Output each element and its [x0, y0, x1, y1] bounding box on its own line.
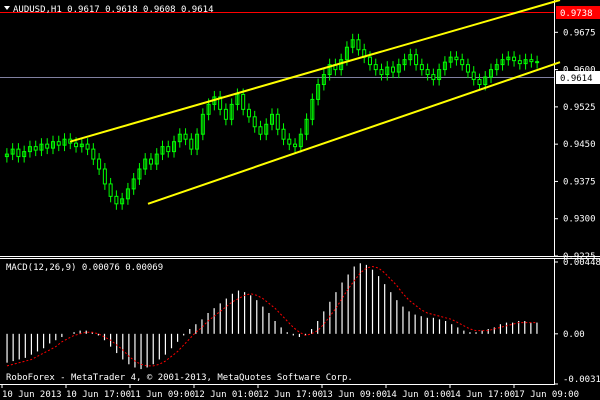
candle-body	[419, 64, 424, 71]
candle-body	[275, 113, 280, 130]
candle-body	[356, 39, 361, 51]
time-tick-label: 13 Jun 09:00	[322, 390, 387, 400]
macd-tick-label: 0.00	[563, 330, 585, 340]
candle-body	[97, 158, 102, 170]
ask-price-tag: 0.9738	[556, 6, 600, 19]
candle-body	[183, 133, 188, 140]
price-chart-pane[interactable]: 0.96750.96000.95250.94500.93750.93000.92…	[0, 0, 600, 262]
candle-body	[85, 143, 90, 150]
candle-body	[293, 143, 298, 148]
macd-tick-label: 0.00448	[563, 258, 600, 268]
macd-histogram	[6, 263, 538, 370]
current-price-tag: 0.9614	[556, 71, 600, 84]
channel-lower-line[interactable]	[147, 61, 561, 205]
price-tick-label: 0.9375	[563, 177, 596, 187]
macd-indicator-pane[interactable]: MACD(12,26,9) 0.00076 0.00069 0.004480.0…	[0, 258, 600, 385]
time-tick-label: 14 Jun 01:00	[386, 390, 451, 400]
candle-body	[102, 168, 107, 185]
macd-signal-line	[6, 265, 537, 367]
candle-body	[148, 158, 153, 165]
candle-body	[258, 126, 263, 135]
price-tick-label: 0.9525	[563, 103, 596, 113]
dropdown-triangle-icon[interactable]	[4, 6, 10, 10]
candle-body	[471, 71, 476, 81]
candle-body	[114, 195, 119, 205]
candle-body	[460, 59, 465, 66]
broker-footer: RoboForex - MetaTrader 4, © 2001-2013, M…	[6, 373, 353, 383]
price-tick-label: 0.9300	[563, 215, 596, 225]
price-axis-tick-labels: 0.96750.96000.95250.94500.93750.93000.92…	[554, 28, 596, 262]
ask-price-label: 0.9738	[560, 9, 593, 19]
candle-body	[512, 56, 517, 62]
candlestick-series	[4, 33, 540, 210]
price-tick-label: 0.9675	[563, 28, 596, 38]
candle-body	[246, 108, 251, 118]
candle-body	[535, 61, 540, 64]
candle-body	[166, 146, 171, 153]
candle-body	[529, 59, 534, 63]
time-tick-label: 14 Jun 17:00	[450, 390, 515, 400]
macd-axis-tick-labels: 0.00448 0.00 -0.00313	[554, 258, 600, 385]
time-tick-label: 10 Jun 2013	[2, 390, 62, 400]
candle-body	[373, 64, 378, 71]
candle-body	[45, 143, 50, 149]
candle-body	[91, 148, 96, 160]
candle-body	[391, 66, 396, 73]
candle-body	[33, 146, 38, 151]
candle-body	[16, 148, 21, 158]
candle-body	[465, 64, 470, 73]
candle-body	[414, 54, 419, 66]
candle-body	[517, 60, 522, 65]
channel-upper-line[interactable]	[69, 0, 561, 143]
candle-body	[189, 138, 194, 150]
time-axis-tick-labels: 10 Jun 2013 10 Jun 17:0011 Jun 09:0012 Ju…	[1, 384, 579, 400]
candle-body	[379, 69, 384, 76]
candle-body	[241, 93, 246, 110]
candle-body	[367, 56, 372, 66]
candle-body	[425, 69, 430, 76]
candle-body	[431, 74, 436, 81]
candle-body	[287, 138, 292, 145]
time-tick-label: 11 Jun 09:00	[130, 390, 195, 400]
candle-body	[56, 141, 61, 146]
current-price-label: 0.9614	[560, 74, 593, 84]
symbol-header-text: AUDUSD,H1 0.9617 0.9618 0.9608 0.9614	[13, 5, 213, 15]
candle-body	[108, 183, 113, 197]
candle-body	[454, 56, 459, 61]
candle-body	[252, 116, 257, 128]
time-tick-label: 17 Jun 09:00	[514, 390, 579, 400]
candle-body	[223, 108, 228, 120]
metatrader-chart-window[interactable]: 0.96750.96000.95250.94500.93750.93000.92…	[0, 0, 600, 400]
candle-body	[74, 142, 79, 148]
time-tick-label: 12 Jun 01:00	[194, 390, 259, 400]
time-tick-label: 10 Jun 17:00	[66, 390, 131, 400]
macd-title: MACD(12,26,9) 0.00076 0.00069	[6, 263, 163, 273]
macd-tick-label: -0.00313	[563, 375, 600, 385]
candle-body	[477, 79, 482, 86]
candle-body	[281, 128, 286, 140]
symbol-header: AUDUSD,H1 0.9617 0.9618 0.9608 0.9614	[4, 5, 213, 15]
time-tick-label: 12 Jun 17:00	[258, 390, 323, 400]
price-tick-label: 0.9450	[563, 140, 596, 150]
